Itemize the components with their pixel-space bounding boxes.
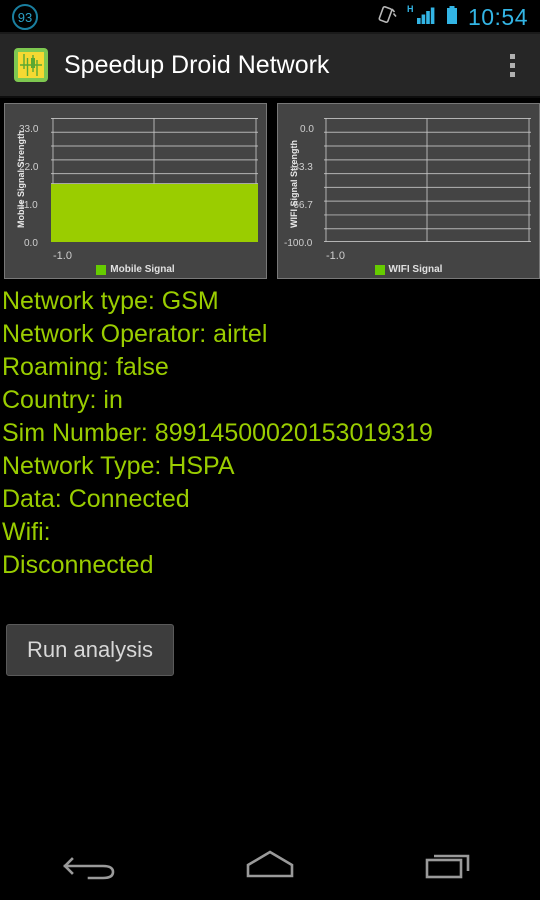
recents-icon xyxy=(423,847,477,886)
info-line-network-type-detail: Network Type: HSPA xyxy=(2,452,235,480)
mobile-chart-y-axis-label: Mobile Signal Strength xyxy=(16,130,26,228)
home-icon xyxy=(242,847,298,886)
rotate-lock-icon xyxy=(376,4,398,31)
status-bar-divider xyxy=(0,32,540,34)
info-line-roaming: Roaming: false xyxy=(2,353,169,381)
svg-text:H: H xyxy=(407,4,414,14)
mobile-chart-ytick: 22.0 xyxy=(19,162,39,173)
info-line-wifi-label: Wifi: xyxy=(2,518,51,546)
mobile-chart-xtick: -1.0 xyxy=(53,250,72,262)
button-area: Run analysis xyxy=(0,582,540,676)
mobile-chart-ytick: 33.0 xyxy=(19,124,39,135)
wifi-chart-ytick: -33.3 xyxy=(290,162,313,173)
wifi-chart-legend-label: WIFI Signal xyxy=(388,264,443,275)
status-bar: 93 H 10:54 xyxy=(0,0,540,34)
system-navigation-bar xyxy=(0,832,540,900)
wifi-chart-y-axis-label: WIFI Signal Strength xyxy=(289,140,299,228)
wifi-chart-ytick: 0.0 xyxy=(300,124,314,135)
wifi-chart-xtick: -1.0 xyxy=(326,250,345,262)
mobile-chart-grid xyxy=(51,118,258,242)
status-clock: 10:54 xyxy=(467,3,528,30)
back-button[interactable] xyxy=(0,832,180,900)
mobile-chart-ytick: 0.0 xyxy=(24,238,38,249)
recents-button[interactable] xyxy=(360,832,540,900)
info-line-country: Country: in xyxy=(2,386,123,414)
wifi-signal-chart[interactable]: WIFI Signal Strength 0.0 -33.3 -66.7 -10… xyxy=(277,103,540,279)
overflow-dot xyxy=(509,71,515,77)
mobile-chart-legend: Mobile Signal xyxy=(5,264,266,275)
app-icon-graphic xyxy=(18,52,44,78)
speedup-droid-network-icon xyxy=(14,48,48,82)
overflow-dot xyxy=(509,62,515,68)
overflow-dot xyxy=(509,53,515,59)
overflow-menu-icon[interactable] xyxy=(498,45,526,85)
wifi-chart-plot-area xyxy=(324,118,531,242)
network-info-list: Network type: GSM Network Operator: airt… xyxy=(0,279,540,582)
mobile-chart-plot-area xyxy=(51,118,258,242)
wifi-chart-legend: WIFI Signal xyxy=(278,264,539,275)
home-button[interactable] xyxy=(180,832,360,900)
mobile-signal-chart[interactable]: Mobile Signal Strength 33.0 22.0 11.0 0.… xyxy=(4,103,267,279)
status-bar-icons: H 10:54 xyxy=(376,4,528,31)
wifi-chart-grid xyxy=(324,118,531,242)
legend-swatch-icon xyxy=(96,264,107,275)
charts-row: Mobile Signal Strength 33.0 22.0 11.0 0.… xyxy=(0,98,540,279)
hspa-signal-icon: H xyxy=(406,4,436,31)
action-bar: Speedup Droid Network xyxy=(0,34,540,98)
info-line-network-type: Network type: GSM xyxy=(2,287,219,315)
battery-icon xyxy=(444,4,460,31)
info-line-data-status: Data: Connected xyxy=(2,485,190,513)
wifi-chart-ytick: -100.0 xyxy=(284,238,313,249)
back-icon xyxy=(63,847,117,886)
wifi-chart-ytick: -66.7 xyxy=(290,200,313,211)
run-analysis-button[interactable]: Run analysis xyxy=(6,624,174,676)
legend-swatch-icon xyxy=(374,264,385,275)
mobile-signal-area xyxy=(51,183,258,242)
page-title: Speedup Droid Network xyxy=(64,50,330,79)
info-line-sim-number: Sim Number: 89914500020153019319 xyxy=(2,419,433,447)
info-line-wifi-status: Disconnected xyxy=(2,551,154,579)
notification-count-label: 93 xyxy=(17,9,33,25)
notification-count-badge: 93 xyxy=(12,4,38,30)
mobile-chart-legend-label: Mobile Signal xyxy=(110,264,175,275)
info-line-network-operator: Network Operator: airtel xyxy=(2,320,268,348)
mobile-chart-ytick: 11.0 xyxy=(19,200,38,211)
